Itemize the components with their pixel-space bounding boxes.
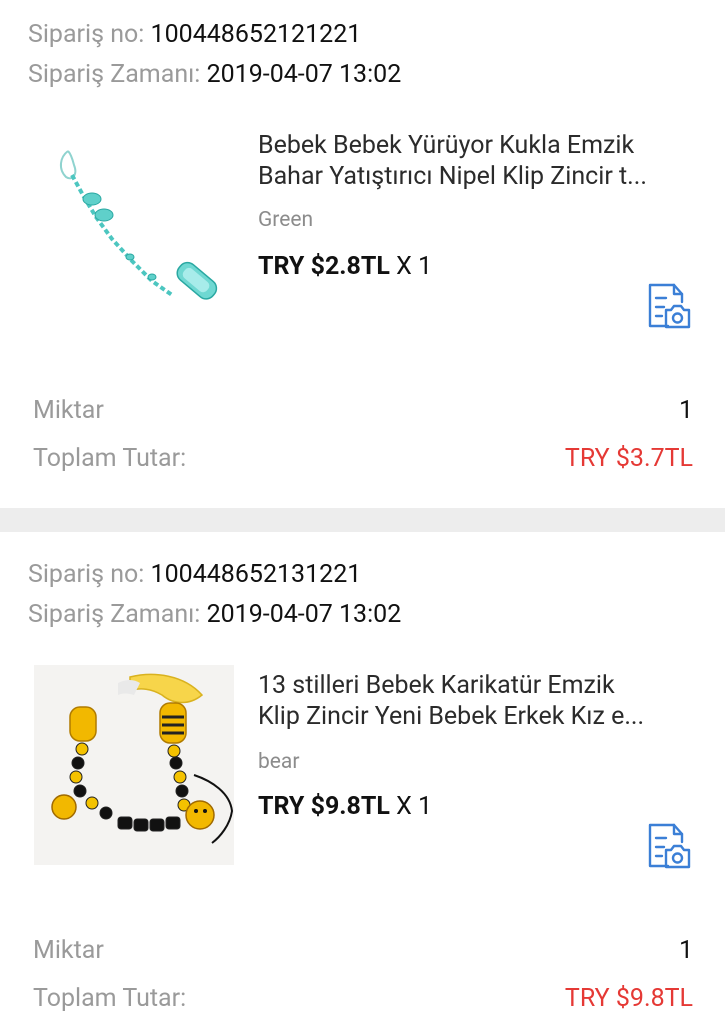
- product-price-line: TRY $2.8TL X 1: [258, 252, 432, 281]
- quantity-value: 1: [678, 936, 693, 965]
- product-title-line-1: Bebek Bebek Yürüyor Kukla Emzik: [258, 131, 635, 160]
- product-title[interactable]: 13 stilleri Bebek Karikatür Emzik Klip Z…: [258, 670, 694, 732]
- order-time-value: 2019-04-07 13:02: [206, 60, 402, 89]
- order-number: Sipariş no: 100448652131221: [28, 560, 361, 589]
- product-price: TRY $2.8TL: [258, 252, 390, 281]
- total-label: Toplam Tutar:: [33, 984, 187, 1013]
- product-thumbnail[interactable]: [34, 665, 234, 865]
- product-variant: bear: [258, 750, 300, 774]
- product-qty: X 1: [396, 252, 433, 281]
- order-number-value: 100448652121221: [150, 20, 362, 49]
- total-value: TRY $3.7TL: [564, 444, 693, 473]
- order-number: Sipariş no: 100448652121221: [28, 20, 361, 49]
- order-time-value: 2019-04-07 13:02: [206, 600, 402, 629]
- product-price: TRY $9.8TL: [258, 792, 390, 821]
- product-title-line-1: 13 stilleri Bebek Karikatür Emzik: [258, 671, 615, 700]
- order-time: Sipariş Zamanı: 2019-04-07 13:02: [28, 60, 401, 89]
- order-card: Sipariş no: 100448652121221 Sipariş Zama…: [0, 0, 725, 508]
- order-separator: [0, 508, 725, 532]
- product-title-line-2: Bahar Yatıştırıcı Nipel Klip Zincir t...: [258, 162, 647, 191]
- quantity-value: 1: [678, 396, 693, 425]
- order-time: Sipariş Zamanı: 2019-04-07 13:02: [28, 600, 401, 629]
- order-number-label: Sipariş no:: [28, 560, 145, 589]
- quantity-label: Miktar: [33, 396, 104, 425]
- total-value: TRY $9.8TL: [564, 984, 693, 1013]
- write-review-photo-icon[interactable]: [644, 822, 692, 870]
- order-number-value: 100448652131221: [150, 560, 362, 589]
- product-qty: X 1: [396, 792, 433, 821]
- product-variant: Green: [258, 208, 314, 232]
- quantity-label: Miktar: [33, 936, 104, 965]
- order-card: Sipariş no: 100448652131221 Sipariş Zama…: [0, 532, 725, 1024]
- write-review-photo-icon[interactable]: [644, 282, 692, 330]
- total-label: Toplam Tutar:: [33, 444, 187, 473]
- order-number-label: Sipariş no:: [28, 20, 145, 49]
- product-title[interactable]: Bebek Bebek Yürüyor Kukla Emzik Bahar Ya…: [258, 130, 694, 192]
- product-title-line-2: Klip Zincir Yeni Bebek Erkek Kız e...: [258, 702, 645, 731]
- product-price-line: TRY $9.8TL X 1: [258, 792, 432, 821]
- product-thumbnail[interactable]: [34, 135, 234, 335]
- order-time-label: Sipariş Zamanı:: [28, 60, 201, 89]
- order-time-label: Sipariş Zamanı:: [28, 600, 201, 629]
